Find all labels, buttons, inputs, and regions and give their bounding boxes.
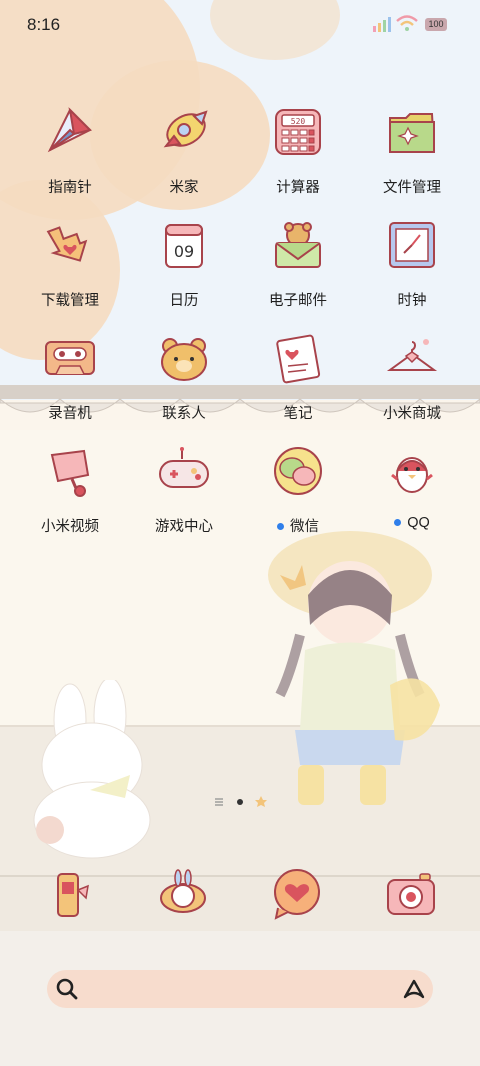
app-file-manager[interactable]: 文件管理 [355, 100, 469, 210]
app-label: 联系人 [162, 406, 206, 422]
camera-icon [50, 449, 90, 497]
app-game-center[interactable]: 游戏中心 [127, 439, 241, 549]
app-download-manager[interactable]: 下载管理 [13, 213, 127, 323]
app-label: 时钟 [397, 293, 427, 309]
search-icon [56, 978, 78, 1000]
cassette-icon [45, 341, 95, 375]
calendar-day: 09 [174, 242, 194, 261]
app-label: 电子邮件 [269, 293, 327, 309]
app-compass[interactable]: 指南针 [13, 100, 127, 210]
app-mijia[interactable]: 米家 [127, 100, 241, 210]
app-label: 小米视频 [41, 519, 99, 535]
new-notification-dot [277, 522, 284, 530]
app-calendar[interactable]: 09 日历 [127, 213, 241, 323]
clock-icon [389, 222, 435, 268]
compass-icon [47, 107, 92, 153]
wifi-icon [396, 15, 418, 31]
app-mi-store[interactable]: 小米商城 [355, 326, 469, 436]
battery-indicator: 100 [425, 18, 447, 31]
folder-icon [389, 113, 436, 153]
calendar-icon: 09 [165, 224, 203, 268]
calculator-display: 520 [291, 117, 306, 126]
app-mi-video[interactable]: 小米视频 [13, 439, 127, 549]
mijia-rocket-icon [163, 110, 208, 148]
heart-message-icon[interactable] [270, 868, 324, 922]
app-clock[interactable]: 时钟 [355, 213, 469, 323]
phone-icon[interactable] [42, 868, 96, 922]
app-calculator[interactable]: 520 计算器 [241, 100, 355, 210]
app-label: 微信 [241, 515, 355, 536]
app-wechat[interactable]: 微信 [241, 439, 355, 549]
app-notes[interactable]: 笔记 [241, 326, 355, 436]
hanger-icon [386, 339, 438, 371]
app-label: 文件管理 [383, 180, 441, 196]
bunny-illustration [33, 680, 151, 859]
app-label: 笔记 [283, 406, 313, 422]
status-bar: 8:16 100 [0, 0, 480, 48]
app-qq[interactable]: QQ [355, 439, 469, 549]
app-label: 米家 [169, 180, 199, 196]
girl-illustration [268, 531, 440, 805]
status-time: 8:16 [27, 15, 61, 34]
dock [13, 866, 469, 930]
app-label: 下载管理 [41, 293, 99, 309]
app-label: 游戏中心 [155, 519, 213, 535]
search-bar[interactable] [47, 970, 433, 1010]
signal-icon [373, 17, 391, 32]
download-arrow-icon [46, 226, 88, 262]
new-notification-dot [394, 518, 402, 526]
page-indicator[interactable] [212, 794, 272, 810]
app-label: 录音机 [48, 406, 92, 422]
app-recorder[interactable]: 录音机 [13, 326, 127, 436]
chat-bubbles-icon [274, 447, 322, 495]
app-label: 日历 [169, 293, 199, 309]
bear-envelope-icon [275, 222, 321, 268]
app-label: 小米商城 [383, 406, 441, 422]
app-label: 指南针 [48, 180, 92, 196]
voice-assistant-icon[interactable] [401, 977, 427, 1001]
notepad-icon [276, 334, 321, 384]
gamepad-icon [159, 447, 209, 488]
app-label: QQ [355, 515, 469, 531]
photo-camera-icon[interactable] [384, 868, 438, 922]
bear-face-icon [161, 338, 207, 381]
app-label: 计算器 [276, 180, 320, 196]
penguin-icon [391, 457, 433, 493]
calculator-icon: 520 [275, 109, 321, 155]
app-email[interactable]: 电子邮件 [241, 213, 355, 323]
bunny-browser-icon[interactable] [156, 868, 210, 922]
search-input[interactable] [91, 970, 385, 1010]
app-contacts[interactable]: 联系人 [127, 326, 241, 436]
